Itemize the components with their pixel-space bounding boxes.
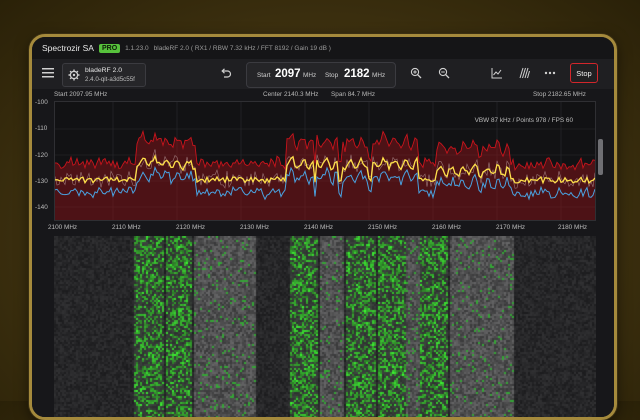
menu-icon[interactable] <box>40 65 56 81</box>
stop-label: Stop <box>325 72 339 79</box>
level-scroll-thumb[interactable] <box>598 139 603 175</box>
pro-badge: PRO <box>98 43 121 53</box>
x-tick: 2100 MHz <box>48 224 78 231</box>
app-version: 1.1.23.0 <box>125 44 149 52</box>
stop-frequency[interactable]: 2182 <box>344 68 370 80</box>
start-readout: Start 2097.95 MHz <box>54 91 108 98</box>
spectrum-plot[interactable]: VBW 87 kHz / Points 978 / FPS 60 <box>54 101 596 221</box>
x-tick: 2130 MHz <box>240 224 270 231</box>
stop-button[interactable]: Stop <box>570 63 598 83</box>
spectrum-view-icon[interactable] <box>490 66 504 80</box>
device-info: bladeRF 2.0 ( RX1 / RBW 7.32 kHz / FFT 8… <box>153 44 331 52</box>
y-tick: -140 <box>35 204 48 211</box>
x-tick: 2170 MHz <box>496 224 526 231</box>
frequency-range[interactable]: Start 2097 MHz Stop 2182 MHz <box>246 62 396 88</box>
stop-readout: Stop 2182.65 MHz <box>533 91 586 98</box>
x-tick: 2160 MHz <box>432 224 462 231</box>
gear-icon <box>67 68 81 82</box>
title-bar: Spectrozir SA PRO 1.1.23.0 bladeRF 2.0 (… <box>32 37 614 59</box>
y-tick: -120 <box>35 152 48 159</box>
start-frequency[interactable]: 2097 <box>275 68 301 80</box>
stop-unit: MHz <box>372 72 386 79</box>
y-tick: -130 <box>35 178 48 185</box>
y-tick: -100 <box>35 99 48 106</box>
zoom-out-icon[interactable] <box>437 66 451 80</box>
span-readout: Span 84.7 MHz <box>331 91 376 98</box>
x-tick: 2150 MHz <box>368 224 398 231</box>
center-readout: Center 2140.3 MHz <box>263 91 319 98</box>
x-tick: 2140 MHz <box>304 224 334 231</box>
start-label: Start <box>257 72 271 79</box>
zoom-in-icon[interactable] <box>409 66 423 80</box>
x-tick: 2180 MHz <box>558 224 588 231</box>
undo-icon[interactable] <box>219 66 233 80</box>
device-name: bladeRF 2.0 <box>85 67 123 74</box>
toolbar: bladeRF 2.0 2.4.0-qit-a3d5c55f Start 209… <box>32 59 614 89</box>
spectrum-header: Start 2097.95 MHz Center 2140.3 MHz Span… <box>32 89 614 101</box>
device-frame: Spectrozir SA PRO 1.1.23.0 bladeRF 2.0 (… <box>29 34 617 420</box>
status-readout: VBW 87 kHz / Points 978 / FPS 60 <box>474 117 573 124</box>
x-tick: 2120 MHz <box>176 224 206 231</box>
app-name: Spectrozir SA <box>42 43 94 53</box>
device-serial: 2.4.0-qit-a3d5c55f <box>85 76 135 83</box>
y-tick: -110 <box>35 125 48 132</box>
waterfall-view-icon[interactable] <box>517 66 531 80</box>
spectrum-panel: Start 2097.95 MHz Center 2140.3 MHz Span… <box>32 89 614 417</box>
waterfall-display[interactable] <box>54 236 596 417</box>
x-tick: 2110 MHz <box>112 224 141 231</box>
more-options-icon[interactable] <box>543 66 557 80</box>
start-unit: MHz <box>303 72 317 79</box>
device-selector[interactable]: bladeRF 2.0 2.4.0-qit-a3d5c55f <box>62 63 146 87</box>
